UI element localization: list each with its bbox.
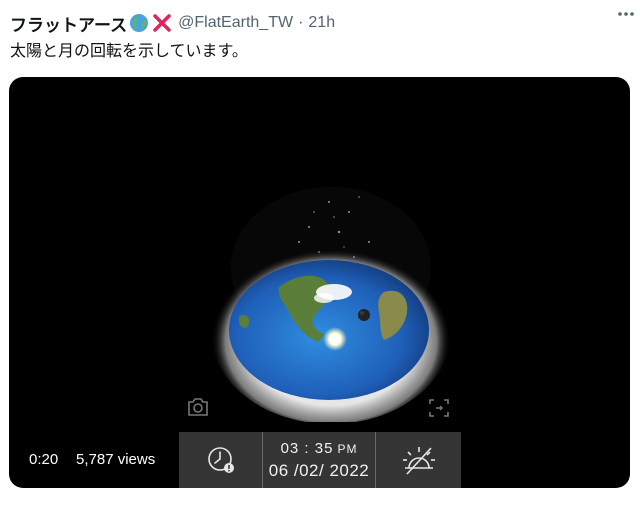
- video-views: 5,787 views: [76, 451, 156, 468]
- author-handle[interactable]: @FlatEarth_TW: [178, 14, 293, 32]
- globe-icon: [130, 14, 149, 32]
- clock-icon: [207, 447, 234, 473]
- video-playtime: 0:20: [29, 451, 59, 468]
- overlay-ampm: PM: [337, 441, 358, 456]
- overlay-date: 06 /02/ 2022: [268, 460, 370, 480]
- overlay-time-row: 03 : 35 PM: [281, 440, 358, 457]
- expand-icon[interactable]: [427, 397, 451, 419]
- camera-icon[interactable]: [186, 396, 210, 418]
- clock-button[interactable]: [179, 432, 263, 488]
- datetime-display: 03 : 35 PM 06 /02/ 2022: [263, 432, 375, 488]
- more-icon[interactable]: [616, 4, 636, 24]
- separator-dot: ·: [298, 14, 304, 31]
- tweet-header: フラットアース @FlatEarth_TW · 21h: [10, 10, 630, 36]
- datetime-overlay: 03 : 35 PM 06 /02/ 2022: [179, 432, 461, 488]
- video-player[interactable]: 0:20 5,787 views 03 : 35 PM 06 /02/ 2022: [9, 77, 630, 488]
- author-name[interactable]: フラットアース: [10, 11, 127, 36]
- sun-off-icon: [402, 447, 435, 475]
- sun-toggle-button[interactable]: [375, 432, 461, 488]
- tweet-text: 太陽と月の回転を示しています。: [10, 41, 248, 60]
- flat-earth-image: [211, 187, 451, 422]
- tweet-time[interactable]: 21h: [308, 14, 335, 32]
- overlay-time: 03 : 35: [280, 439, 334, 457]
- x-mark-icon: [153, 14, 171, 32]
